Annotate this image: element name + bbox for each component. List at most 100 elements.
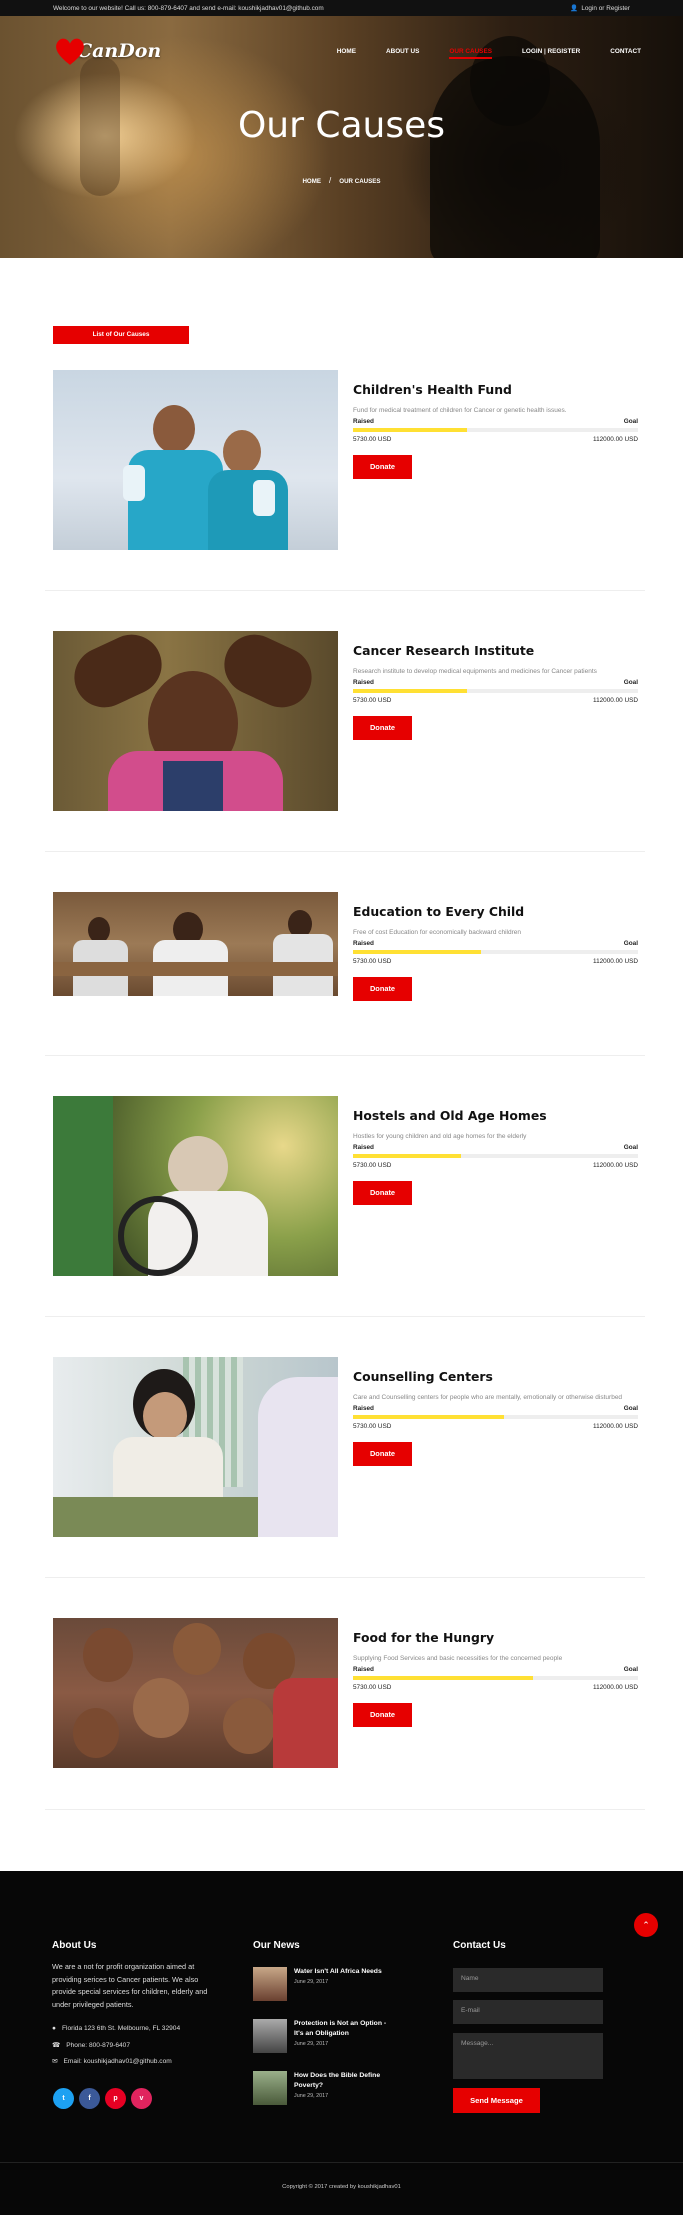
news-thumbnail	[253, 1967, 287, 2001]
cause-image	[53, 892, 338, 996]
donate-button[interactable]: Donate	[353, 455, 412, 479]
heart-logo-icon	[53, 34, 84, 68]
cause-title[interactable]: Hostels and Old Age Homes	[353, 1108, 638, 1123]
donate-button[interactable]: Donate	[353, 716, 412, 740]
goal-label: Goal	[623, 418, 638, 425]
email: ✉ Email: koushikjadhav01@github.com	[52, 2057, 172, 2066]
breadcrumb-home[interactable]: HOME	[302, 178, 321, 185]
raised-amount: 5730.00 USD	[353, 1423, 392, 1430]
cause-image	[53, 631, 338, 811]
nav-causes[interactable]: OUR CAUSES	[449, 48, 492, 59]
news-item-title[interactable]: How Does the Bible Define Poverty?	[294, 2071, 394, 2091]
goal-label: Goal	[623, 679, 638, 686]
divider	[45, 1577, 645, 1578]
facebook-icon[interactable]: f	[79, 2088, 100, 2109]
welcome-text: Welcome to our website! Call us: 800-879…	[53, 4, 324, 12]
news-item-date: June 29, 2017	[294, 2041, 329, 2047]
news-item[interactable]: Protection is Not an Option - It's an Ob…	[253, 2019, 394, 2053]
goal-amount: 112000.00 USD	[592, 1423, 638, 1430]
cause-title[interactable]: Children's Health Fund	[353, 382, 638, 397]
name-field[interactable]: Name	[453, 1968, 603, 1992]
goal-label: Goal	[623, 1144, 638, 1151]
raised-label: Raised	[353, 418, 374, 425]
donate-button[interactable]: Donate	[353, 1703, 412, 1727]
scroll-to-top-button[interactable]: ⌃	[634, 1913, 658, 1937]
cause-info: Counselling Centers Care and Counselling…	[353, 1369, 638, 1466]
news-item-date: June 29, 2017	[294, 1979, 329, 1985]
news-title: Our News	[253, 1940, 300, 1951]
about-title: About Us	[52, 1940, 97, 1951]
phone: ☎ Phone: 800-879-6407	[52, 2041, 131, 2050]
email-text[interactable]: Email: koushikjadhav01@github.com	[64, 2058, 172, 2065]
breadcrumb-current: OUR CAUSES	[339, 178, 381, 185]
page-title: Our Causes	[237, 105, 446, 146]
cause-title[interactable]: Education to Every Child	[353, 904, 638, 919]
goal-amount: 112000.00 USD	[592, 1684, 638, 1691]
breadcrumb-separator: /	[329, 176, 332, 185]
progress-fill	[353, 950, 482, 954]
progress-fill	[353, 1415, 505, 1419]
news-item-title[interactable]: Protection is Not an Option - It's an Ob…	[294, 2019, 394, 2039]
goal-amount: 112000.00 USD	[592, 697, 638, 704]
divider	[45, 1809, 645, 1810]
cause-card: Children's Health Fund Fund for medical …	[53, 370, 638, 550]
cause-title[interactable]: Food for the Hungry	[353, 1630, 638, 1645]
news-item-date: June 29, 2017	[294, 2093, 329, 2099]
about-text: We are a not for profit organization aim…	[52, 1962, 208, 2009]
contact-title: Contact Us	[453, 1940, 506, 1951]
cause-info: Hostels and Old Age Homes Hostles for yo…	[353, 1108, 638, 1205]
phone-text: Phone: 800-879-6407	[66, 2041, 131, 2049]
progress-fill	[353, 1676, 533, 1680]
news-item[interactable]: Water Isn't All Africa Needs June 29, 201…	[253, 1967, 394, 2001]
goal-label: Goal	[623, 1666, 638, 1673]
user-icon: 👤	[570, 5, 579, 12]
chevron-up-icon: ⌃	[642, 1919, 650, 1930]
send-message-button[interactable]: Send Message	[453, 2088, 540, 2113]
raised-amount: 5730.00 USD	[353, 958, 392, 965]
cause-description: Care and Counselling centers for people …	[353, 1394, 623, 1401]
donate-button[interactable]: Donate	[353, 977, 412, 1001]
donate-button[interactable]: Donate	[353, 1181, 412, 1205]
twitter-icon[interactable]: t	[53, 2088, 74, 2109]
goal-amount: 112000.00 USD	[592, 958, 638, 965]
cause-image	[53, 1618, 338, 1768]
divider	[45, 1316, 645, 1317]
cause-title[interactable]: Counselling Centers	[353, 1369, 638, 1384]
brand-logo[interactable]: CanDon	[53, 34, 161, 68]
cause-description: Free of cost Education for economically …	[353, 929, 521, 936]
raised-amount: 5730.00 USD	[353, 436, 392, 443]
phone-icon: ☎	[52, 2042, 61, 2049]
raised-amount: 5730.00 USD	[353, 697, 392, 704]
nav-about[interactable]: ABOUT US	[386, 48, 419, 55]
breadcrumb: HOME / OUR CAUSES	[0, 176, 683, 185]
raised-label: Raised	[353, 1405, 374, 1412]
donate-button[interactable]: Donate	[353, 1442, 412, 1466]
divider	[45, 590, 645, 591]
message-field[interactable]: Message...	[453, 2033, 603, 2079]
cause-info: Education to Every Child Free of cost Ed…	[353, 904, 638, 1001]
raised-amount: 5730.00 USD	[353, 1684, 392, 1691]
progress-fill	[353, 689, 467, 693]
email-field[interactable]: E-mail	[453, 2000, 603, 2024]
login-link[interactable]: 👤 Login or Register	[570, 4, 630, 13]
news-item[interactable]: How Does the Bible Define Poverty? June 2…	[253, 2071, 394, 2105]
raised-label: Raised	[353, 1666, 374, 1673]
raised-label: Raised	[353, 1144, 374, 1151]
map-marker-icon: ●	[52, 2025, 56, 2032]
pinterest-icon[interactable]: p	[105, 2088, 126, 2109]
progress-bar	[353, 428, 638, 432]
progress-fill	[353, 428, 467, 432]
nav-contact[interactable]: CONTACT	[610, 48, 641, 55]
divider	[45, 851, 645, 852]
list-of-causes-button[interactable]: List of Our Causes	[53, 326, 189, 344]
nav-home[interactable]: HOME	[337, 48, 356, 55]
nav-login-register[interactable]: LOGIN | REGISTER	[522, 48, 580, 55]
cause-card: Education to Every Child Free of cost Ed…	[53, 892, 638, 1001]
cause-info: Food for the Hungry Supplying Food Servi…	[353, 1630, 638, 1727]
vimeo-icon[interactable]: v	[131, 2088, 152, 2109]
news-item-title[interactable]: Water Isn't All Africa Needs	[294, 1967, 394, 1977]
brand-name: CanDon	[77, 40, 162, 62]
cause-title[interactable]: Cancer Research Institute	[353, 643, 638, 658]
progress-bar	[353, 1676, 638, 1680]
cause-info: Cancer Research Institute Research insti…	[353, 643, 638, 740]
